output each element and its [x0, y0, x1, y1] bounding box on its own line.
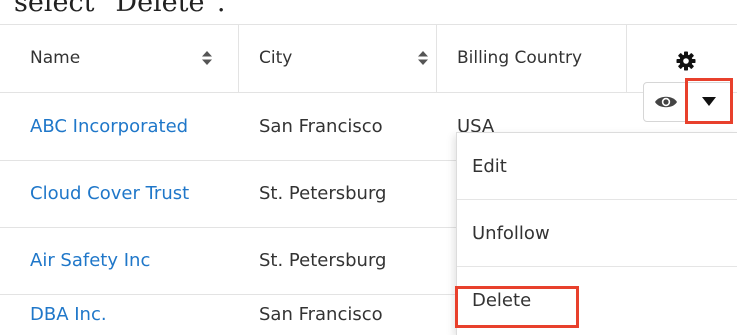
row-actions-dropdown-button[interactable] — [685, 78, 733, 124]
column-divider — [238, 24, 239, 92]
caret-down-icon — [702, 97, 716, 106]
record-city: San Francisco — [259, 304, 383, 325]
delete-highlight-box — [455, 286, 579, 328]
column-header-name[interactable]: Name — [30, 24, 80, 92]
record-city: St. Petersburg — [259, 250, 387, 271]
menu-item-edit[interactable]: Edit — [457, 133, 737, 199]
sort-icon[interactable] — [202, 51, 212, 65]
column-divider — [436, 24, 437, 92]
column-header-billing-country[interactable]: Billing Country — [457, 24, 582, 92]
record-name-link[interactable]: Cloud Cover Trust — [30, 160, 189, 227]
record-city: San Francisco — [259, 115, 383, 137]
sort-icon[interactable] — [418, 51, 428, 65]
column-divider — [626, 24, 627, 92]
column-header-city[interactable]: City — [259, 24, 292, 92]
eye-icon[interactable] — [654, 93, 678, 111]
record-name-link[interactable]: DBA Inc. — [30, 294, 107, 335]
menu-item-unfollow[interactable]: Unfollow — [457, 200, 737, 266]
record-city: St. Petersburg — [259, 183, 387, 204]
instruction-caption: select "Delete". — [14, 0, 226, 18]
record-name-link[interactable]: ABC Incorporated — [30, 92, 188, 160]
record-name-link[interactable]: Air Safety Inc — [30, 227, 150, 294]
gear-icon[interactable] — [676, 51, 696, 71]
